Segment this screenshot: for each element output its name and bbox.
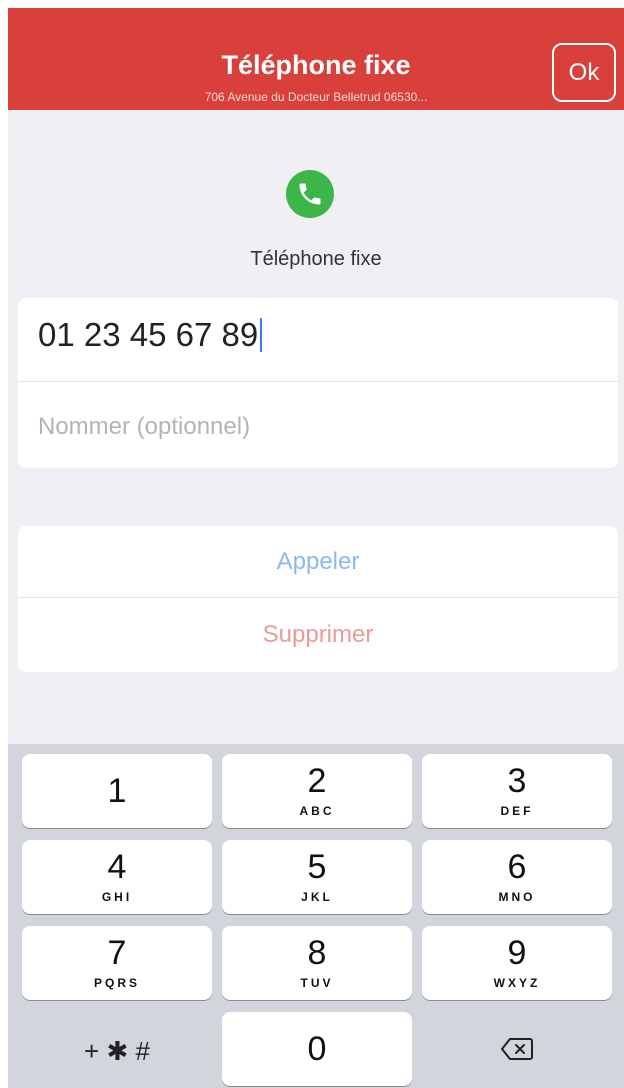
name-input[interactable]: Nommer (optionnel) xyxy=(18,382,618,468)
phone-handset-icon xyxy=(299,183,321,205)
key-6[interactable]: 6 MNO xyxy=(422,840,612,914)
key-1[interactable]: 1 xyxy=(22,754,212,828)
phone-number-value: 01 23 45 67 89 xyxy=(38,316,259,353)
key-8[interactable]: 8 TUV xyxy=(222,926,412,1000)
key-3[interactable]: 3 DEF xyxy=(422,754,612,828)
backspace-key[interactable] xyxy=(422,1012,612,1086)
call-button[interactable]: Appeler xyxy=(18,526,618,598)
delete-button[interactable]: Supprimer xyxy=(18,599,618,671)
key-0[interactable]: 0 xyxy=(222,1012,412,1086)
numeric-keypad: 1 2 ABC 3 DEF 4 GHI 5 JKL 6 MNO 7 PQRS 8 TUV 9W… xyxy=(8,744,624,1088)
page-subtitle: 706 Avenue du Docteur Belletrud 06530... xyxy=(204,90,428,104)
phone-form: 01 23 45 67 89 Nommer (optionnel) xyxy=(18,298,618,468)
symbols-key[interactable]: + ✱ # xyxy=(22,1012,212,1086)
page-title: Téléphone fixe xyxy=(221,50,411,80)
ok-button[interactable]: Ok xyxy=(552,43,616,102)
text-caret xyxy=(260,318,263,352)
key-9[interactable]: 9 WXYZ xyxy=(422,926,612,1000)
backspace-icon xyxy=(501,1038,533,1060)
action-group: Appeler Supprimer xyxy=(18,526,618,672)
contact-type-label: Téléphone fixe xyxy=(250,248,382,270)
backspace-icon-wrap xyxy=(422,1012,612,1086)
key-7[interactable]: 7 PQRS xyxy=(22,926,212,1000)
key-5[interactable]: 5 JKL xyxy=(222,840,412,914)
key-2[interactable]: 2 ABC xyxy=(222,754,412,828)
header-bar: Téléphone fixe 706 Avenue du Docteur Bel… xyxy=(8,8,624,110)
name-placeholder: Nommer (optionnel) xyxy=(38,413,251,440)
phone-icon xyxy=(286,170,334,218)
screen: Téléphone fixe 706 Avenue du Docteur Bel… xyxy=(8,8,624,1088)
key-4[interactable]: 4 GHI xyxy=(22,840,212,914)
phone-number-input[interactable]: 01 23 45 67 89 xyxy=(18,298,618,382)
